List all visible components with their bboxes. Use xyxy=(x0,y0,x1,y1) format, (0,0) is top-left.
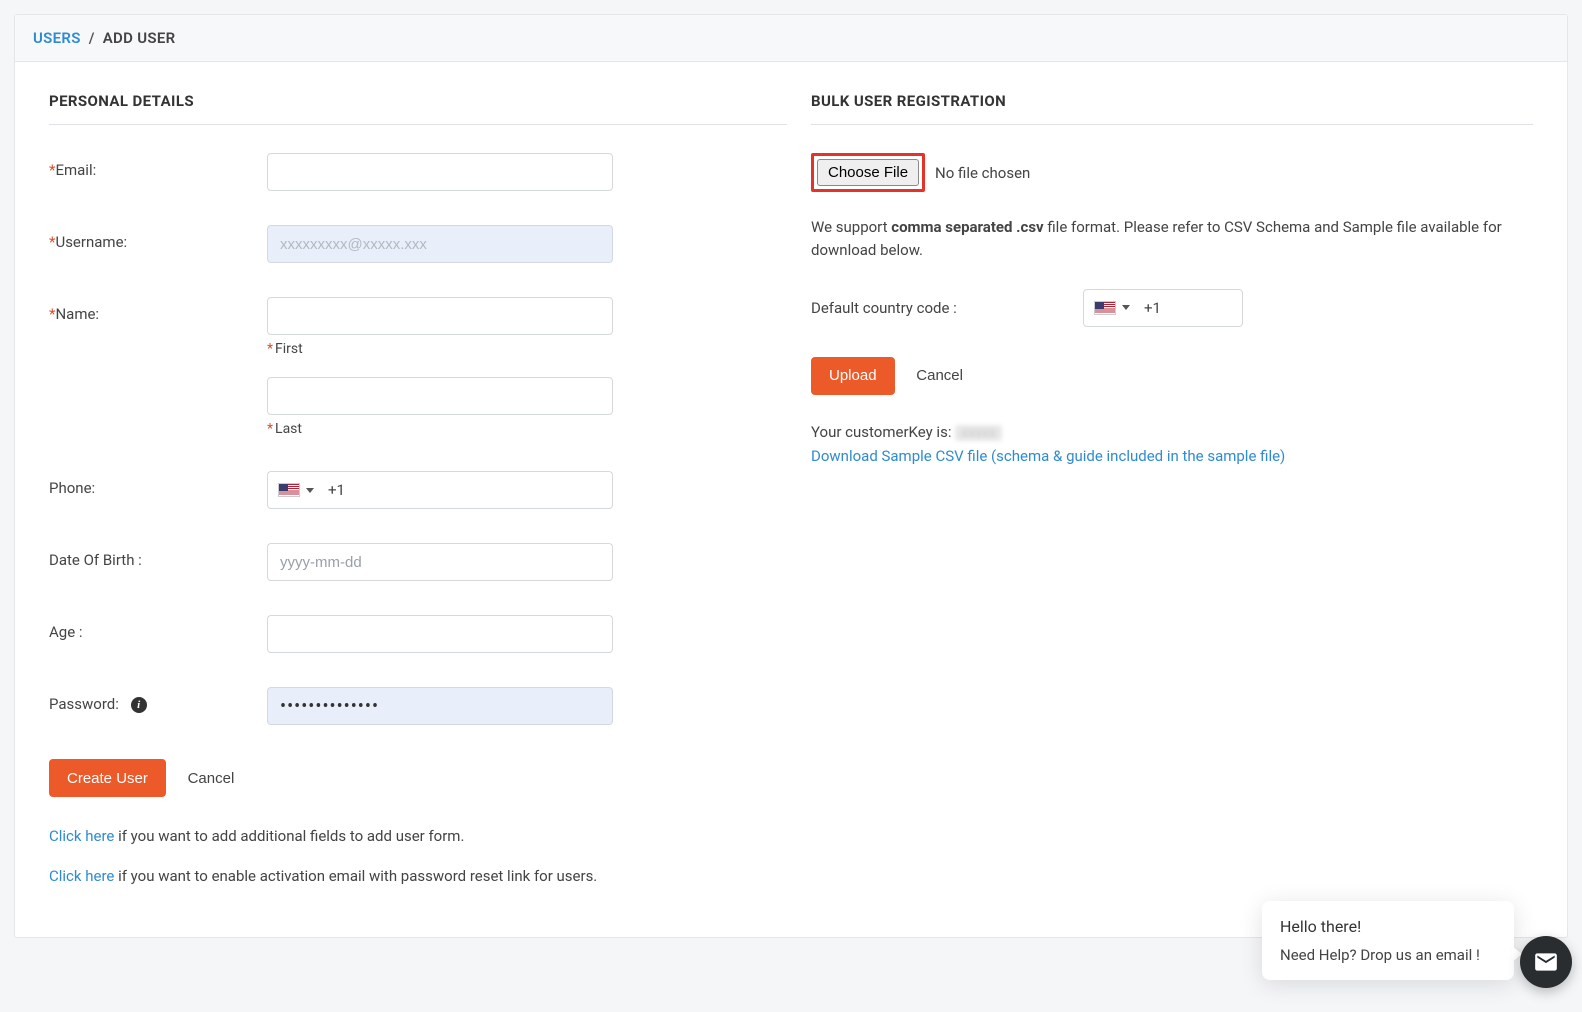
bulk-country-selector[interactable] xyxy=(1084,290,1138,326)
chat-help-text: Need Help? Drop us an email ! xyxy=(1280,946,1496,964)
breadcrumb-separator: / xyxy=(89,29,95,47)
first-sublabel: *First xyxy=(267,341,787,357)
chat-fab-button[interactable] xyxy=(1520,936,1572,988)
upload-button[interactable]: Upload xyxy=(811,357,895,395)
phone-label: Phone: xyxy=(49,471,267,497)
username-label: *Username: xyxy=(49,225,267,251)
last-name-field[interactable] xyxy=(267,377,613,415)
default-country-code-label: Default country code : xyxy=(811,299,1083,317)
file-status: No file chosen xyxy=(935,164,1030,182)
info-icon[interactable]: i xyxy=(131,697,147,713)
activation-helper: Click here if you want to enable activat… xyxy=(49,867,787,885)
us-flag-icon xyxy=(1094,301,1116,315)
activation-link[interactable]: Click here xyxy=(49,867,114,885)
email-field[interactable] xyxy=(267,153,613,191)
password-field[interactable]: •••••••••••••• xyxy=(267,687,613,725)
breadcrumb: USERS / ADD USER xyxy=(15,15,1567,62)
username-field[interactable] xyxy=(267,225,613,263)
chat-greeting: Hello there! xyxy=(1280,917,1496,936)
phone-field[interactable]: +1 xyxy=(267,471,613,509)
us-flag-icon xyxy=(278,483,300,497)
first-name-field[interactable] xyxy=(267,297,613,335)
personal-details-title: PERSONAL DETAILS xyxy=(49,92,787,125)
bulk-registration-title: BULK USER REGISTRATION xyxy=(811,92,1533,125)
create-user-button[interactable]: Create User xyxy=(49,759,166,797)
dob-field[interactable] xyxy=(267,543,613,581)
name-label: *Name: xyxy=(49,297,267,323)
age-field[interactable] xyxy=(267,615,613,653)
csv-support-text: We support comma separated .csv file for… xyxy=(811,216,1533,263)
choose-file-button[interactable]: Choose File xyxy=(817,159,919,186)
add-fields-link[interactable]: Click here xyxy=(49,827,114,845)
choose-file-highlight: Choose File xyxy=(811,153,925,192)
breadcrumb-users-link[interactable]: USERS xyxy=(33,29,81,47)
last-sublabel: *Last xyxy=(267,421,787,437)
caret-down-icon xyxy=(306,488,314,493)
bulk-dial-code: +1 xyxy=(1138,299,1169,317)
customer-key-line: Your customerKey is: xxxxx xyxy=(811,423,1533,441)
bulk-cancel-button[interactable]: Cancel xyxy=(898,357,981,395)
caret-down-icon xyxy=(1122,305,1130,310)
password-label: Password: i xyxy=(49,687,267,713)
default-country-code-field[interactable]: +1 xyxy=(1083,289,1243,327)
cancel-button[interactable]: Cancel xyxy=(170,759,253,797)
customer-key-value: xxxxx xyxy=(955,425,1002,441)
phone-dial-code: +1 xyxy=(322,481,353,499)
phone-number-input[interactable] xyxy=(353,472,612,508)
email-label: *Email: xyxy=(49,153,267,179)
download-sample-csv-link[interactable]: Download Sample CSV file (schema & guide… xyxy=(811,447,1285,465)
age-label: Age : xyxy=(49,615,267,641)
mail-icon xyxy=(1533,949,1559,975)
breadcrumb-current: ADD USER xyxy=(103,29,176,47)
add-fields-helper: Click here if you want to add additional… xyxy=(49,827,787,845)
phone-country-selector[interactable] xyxy=(268,472,322,508)
dob-label: Date Of Birth : xyxy=(49,543,267,569)
chat-popup[interactable]: Hello there! Need Help? Drop us an email… xyxy=(1262,901,1514,980)
